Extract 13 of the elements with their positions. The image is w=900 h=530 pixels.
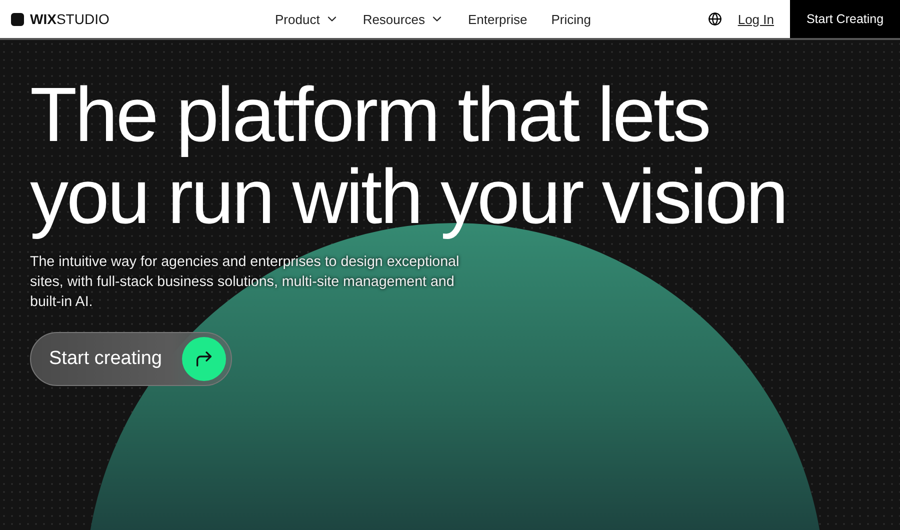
nav-link[interactable]: Pricing: [551, 12, 591, 26]
hero-headline: The platform that lets you run with your vision: [30, 74, 788, 238]
hero-subtitle: The intuitive way for agencies and enterprises to design exceptional sites, with full-stack business solutions, multi-site management and built-in AI.: [30, 253, 460, 312]
logo[interactable]: WIXSTUDIO: [0, 0, 251, 38]
globe-icon[interactable]: [708, 12, 722, 26]
nav-link[interactable]: Resources: [362, 12, 444, 26]
logo-icon: [11, 12, 24, 26]
nav-link[interactable]: Product: [275, 12, 339, 26]
start-creating-button[interactable]: Start creating: [30, 332, 232, 386]
logo-text: WIXSTUDIO: [30, 11, 110, 27]
login-link[interactable]: Log In: [738, 12, 774, 26]
nav-link[interactable]: Enterprise: [468, 12, 528, 26]
start-creating-button[interactable]: Start Creating: [790, 0, 900, 38]
